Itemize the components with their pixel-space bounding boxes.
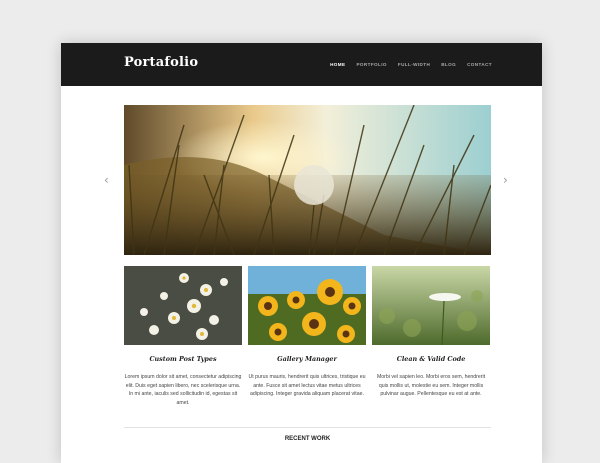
- feature-text: Morbi vel sapien leo. Morbi eros sem, he…: [376, 374, 486, 397]
- nav-item-blog[interactable]: BLOG: [441, 62, 456, 67]
- feature-image-daisies[interactable]: [124, 266, 242, 345]
- feature-title: Custom Post Types: [149, 355, 217, 363]
- main-nav: HOME PORTFOLIO FULL-WIDTH BLOG CONTACT: [330, 62, 492, 67]
- feature-text: Lorem ipsum dolor sit amet, consectetur …: [124, 374, 242, 406]
- recent-work-heading: RECENT WORK: [284, 436, 331, 442]
- feature-title: Gallery Manager: [277, 355, 337, 363]
- nav-item-home[interactable]: HOME: [330, 62, 345, 67]
- site-logo[interactable]: Portafolio: [124, 55, 198, 70]
- nav-item-contact[interactable]: CONTACT: [467, 62, 492, 67]
- chevron-right-icon[interactable]: ›: [503, 173, 508, 187]
- site-header: Portafolio HOME PORTFOLIO FULL-WIDTH BLO…: [61, 43, 542, 86]
- section-divider: [124, 427, 491, 428]
- nav-item-portfolio[interactable]: PORTFOLIO: [356, 62, 386, 67]
- feature-image-wildflower[interactable]: [372, 266, 490, 345]
- hero-photo: [124, 105, 491, 255]
- feature-text: Ut purus mauris, hendrerit quis ultrices…: [248, 374, 366, 397]
- hero-slide-image[interactable]: [124, 105, 491, 255]
- feature-image-sunflowers[interactable]: [248, 266, 366, 345]
- feature-title: Clean & Valid Code: [396, 355, 466, 363]
- nav-item-full-width[interactable]: FULL-WIDTH: [398, 62, 430, 67]
- chevron-left-icon[interactable]: ‹: [104, 173, 109, 187]
- browser-frame: Portafolio HOME PORTFOLIO FULL-WIDTH BLO…: [61, 43, 542, 463]
